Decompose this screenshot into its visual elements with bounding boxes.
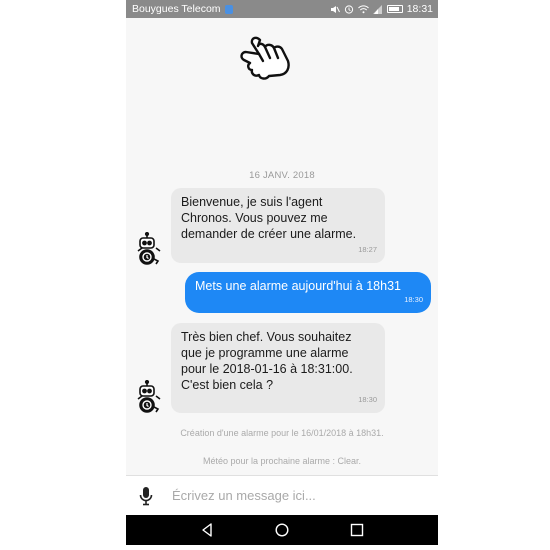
signal-icon — [372, 4, 382, 14]
date-separator: 16 JANV. 2018 — [249, 170, 315, 181]
phone-screen: Bouygues Telecom 18:31 16 JANV. 2018 Bie… — [126, 0, 438, 550]
battery-icon — [386, 5, 403, 13]
bot-message-bubble[interactable]: Bienvenue, je suis l'agent Chronos. Vous… — [171, 188, 385, 263]
message-text: Bienvenue, je suis l'agent Chronos. Vous… — [181, 195, 357, 241]
message-time: 18:30 — [358, 395, 377, 404]
back-icon — [202, 523, 213, 537]
user-message-bubble[interactable]: Mets une alarme aujourd'hui à 18h31 18:3… — [185, 272, 431, 313]
back-button[interactable] — [197, 520, 217, 540]
microphone-icon[interactable] — [138, 486, 154, 506]
message-time: 18:27 — [358, 245, 377, 254]
message-text: Très bien chef. Vous souhaitez que je pr… — [181, 330, 353, 392]
message-input[interactable] — [170, 487, 424, 504]
status-right: 18:31 — [330, 3, 433, 15]
home-icon — [275, 523, 289, 537]
wifi-icon — [357, 4, 369, 13]
home-button[interactable] — [272, 520, 292, 540]
bot-avatar-icon — [137, 232, 161, 265]
recents-button[interactable] — [347, 520, 367, 540]
message-time: 18:30 — [404, 295, 423, 304]
bot-message-bubble[interactable]: Très bien chef. Vous souhaitez que je pr… — [171, 323, 385, 413]
system-notice: Création d'une alarme pour le 16/01/2018… — [180, 428, 384, 438]
status-bar: Bouygues Telecom 18:31 — [126, 0, 438, 18]
chat-area[interactable]: 16 JANV. 2018 Bienvenue, je suis l'agent… — [126, 18, 438, 475]
android-nav-bar — [126, 515, 438, 545]
mute-icon — [330, 5, 340, 13]
carrier-name: Bouygues Telecom — [132, 3, 221, 15]
status-time: 18:31 — [406, 3, 433, 15]
status-left: Bouygues Telecom — [132, 3, 233, 15]
recents-icon — [350, 523, 363, 537]
pointing-hand-icon — [240, 36, 290, 80]
message-text: Mets une alarme aujourd'hui à 18h31 — [195, 279, 401, 293]
message-input-bar — [126, 475, 438, 515]
alarm-icon — [344, 5, 353, 14]
sim-card-icon — [224, 4, 233, 14]
bot-avatar-icon — [137, 380, 161, 413]
system-notice: Météo pour la prochaine alarme : Clear. — [202, 456, 362, 466]
